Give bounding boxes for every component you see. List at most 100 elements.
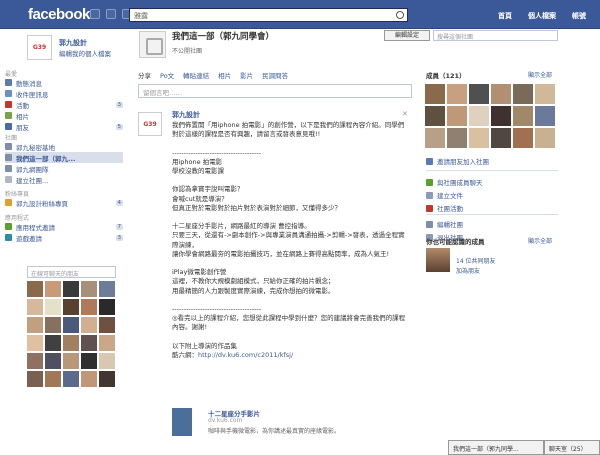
friend-avatar[interactable]: [27, 317, 43, 333]
friend-avatar[interactable]: [27, 335, 43, 351]
post-tab[interactable]: Po文: [160, 70, 174, 80]
member-avatar[interactable]: [469, 106, 489, 126]
members-show-all[interactable]: 顯示全部: [528, 70, 552, 79]
edit-group-button[interactable]: 編輯社團: [426, 219, 463, 229]
sidebar-item-fan-page[interactable]: 郭九設計粉絲專頁 4: [5, 197, 123, 208]
link-tab[interactable]: 轉貼連結: [183, 70, 209, 80]
friend-avatar[interactable]: [63, 335, 79, 351]
member-avatar[interactable]: [425, 106, 445, 126]
edit-profile-link[interactable]: 編輯我的個人檔案: [59, 48, 111, 58]
friend-avatar[interactable]: [81, 335, 97, 351]
invite-friends-button[interactable]: 邀請朋友加入社團: [426, 156, 489, 166]
friend-avatar[interactable]: [63, 353, 79, 369]
member-avatar[interactable]: [513, 106, 533, 126]
mutual-friends-link[interactable]: 14 位共同朋友: [456, 256, 496, 265]
member-avatar[interactable]: [425, 128, 445, 148]
sidebar-item-events[interactable]: 活動 3: [5, 99, 123, 110]
friend-avatar[interactable]: [63, 371, 79, 387]
friend-avatar[interactable]: [63, 299, 79, 315]
create-doc-button[interactable]: 建立文件: [426, 190, 463, 200]
sidebar-item-news-feed[interactable]: 動態消息: [5, 77, 123, 88]
post-link[interactable]: http://dv.ku6.com/c2011/kfsj/: [198, 351, 293, 359]
member-avatar[interactable]: [491, 106, 511, 126]
friend-avatar[interactable]: [27, 371, 43, 387]
calendar-icon: [5, 101, 12, 108]
sidebar-item-group-2[interactable]: 我們這一部（郭九...: [5, 152, 123, 163]
friend-avatar[interactable]: [81, 353, 97, 369]
sidebar-item-messages[interactable]: 收件匣訊息: [5, 88, 123, 99]
sidebar-item-group-1[interactable]: 郭九秘密基地: [5, 141, 123, 152]
chat-tab-group[interactable]: 我們這一部（郭九同學...: [448, 440, 544, 455]
group-events-button[interactable]: 社團活動: [426, 203, 463, 213]
search-input[interactable]: 雅露: [129, 8, 408, 22]
account-menu[interactable]: 帳號: [572, 11, 586, 21]
post-author[interactable]: 郭九設計: [172, 110, 200, 120]
top-bar: facebook 雅露 首頁 個人檔案 帳號: [0, 0, 600, 29]
friend-avatar[interactable]: [45, 371, 61, 387]
member-avatar[interactable]: [469, 84, 489, 104]
friend-avatar[interactable]: [81, 371, 97, 387]
attachment-thumbnail[interactable]: [172, 408, 192, 436]
member-avatar[interactable]: [469, 128, 489, 148]
post-author-avatar[interactable]: G39: [138, 112, 162, 136]
friend-avatar[interactable]: [45, 317, 61, 333]
friend-avatar[interactable]: [81, 281, 97, 297]
friend-avatar[interactable]: [81, 299, 97, 315]
member-avatar[interactable]: [447, 106, 467, 126]
photo-tab[interactable]: 相片: [218, 70, 231, 80]
chat-online-button[interactable]: 聊天室（25）: [544, 440, 600, 455]
friend-avatar[interactable]: [99, 335, 115, 351]
suggest-show-all[interactable]: 顯示全部: [528, 236, 552, 245]
video-tab[interactable]: 影片: [240, 70, 253, 80]
suggested-member-avatar[interactable]: [426, 248, 450, 272]
search-icon[interactable]: [396, 11, 404, 19]
add-friend-button[interactable]: 加為朋友: [456, 266, 480, 275]
sidebar-item-game-requests[interactable]: 遊戲邀請 3: [5, 232, 123, 243]
close-icon[interactable]: ✕: [402, 110, 408, 118]
member-avatar[interactable]: [447, 128, 467, 148]
friend-avatar[interactable]: [99, 281, 115, 297]
profile-name[interactable]: 郭九設計: [59, 38, 87, 48]
facebook-logo[interactable]: facebook: [28, 6, 90, 23]
member-avatar[interactable]: [513, 128, 533, 148]
friend-avatar[interactable]: [45, 353, 61, 369]
friend-avatar[interactable]: [99, 317, 115, 333]
friend-avatar[interactable]: [99, 371, 115, 387]
friend-avatar[interactable]: [63, 317, 79, 333]
member-avatar[interactable]: [513, 84, 533, 104]
friend-avatar[interactable]: [45, 299, 61, 315]
friend-avatar[interactable]: [27, 281, 43, 297]
edit-settings-button[interactable]: 編輯設定: [384, 30, 430, 41]
chat-friend-search[interactable]: 在線可聊天的朋友: [27, 266, 116, 278]
friend-avatar[interactable]: [45, 335, 61, 351]
group-chat-button[interactable]: 與社團成員聊天: [426, 177, 483, 187]
composer-input[interactable]: 留個言吧……: [138, 84, 412, 98]
home-link[interactable]: 首頁: [498, 11, 512, 21]
link-attachment[interactable]: 十二星座分手影片 dv.ku6.com 咖啡與手機微電影，為你講述最真實的座緣電…: [172, 408, 410, 448]
friend-avatar[interactable]: [27, 299, 43, 315]
member-avatar[interactable]: [491, 84, 511, 104]
friend-avatar[interactable]: [45, 281, 61, 297]
sidebar-item-app-requests[interactable]: 應用程式邀請 7: [5, 221, 123, 232]
profile-avatar[interactable]: G39: [27, 35, 52, 60]
friend-avatar[interactable]: [99, 299, 115, 315]
member-avatar[interactable]: [491, 128, 511, 148]
messages-icon[interactable]: [106, 9, 116, 19]
friend-avatar[interactable]: [27, 353, 43, 369]
friend-avatar[interactable]: [99, 353, 115, 369]
group-search-input[interactable]: 搜尋這個社團: [433, 30, 558, 41]
friend-avatar[interactable]: [81, 317, 97, 333]
sidebar-item-group-3[interactable]: 郭九網團隊: [5, 163, 123, 174]
member-avatar[interactable]: [535, 128, 555, 148]
member-avatar[interactable]: [535, 84, 555, 104]
sidebar-item-photos[interactable]: 相片: [5, 110, 123, 121]
profile-link[interactable]: 個人檔案: [528, 11, 556, 21]
friend-requests-icon[interactable]: [90, 9, 100, 19]
sidebar-item-friends[interactable]: 朋友 5: [5, 121, 123, 132]
sidebar-item-create-group[interactable]: 建立社團...: [5, 174, 123, 185]
member-avatar[interactable]: [535, 106, 555, 126]
member-avatar[interactable]: [447, 84, 467, 104]
friend-avatar[interactable]: [63, 281, 79, 297]
poll-tab[interactable]: 民調問答: [262, 70, 288, 80]
member-avatar[interactable]: [425, 84, 445, 104]
